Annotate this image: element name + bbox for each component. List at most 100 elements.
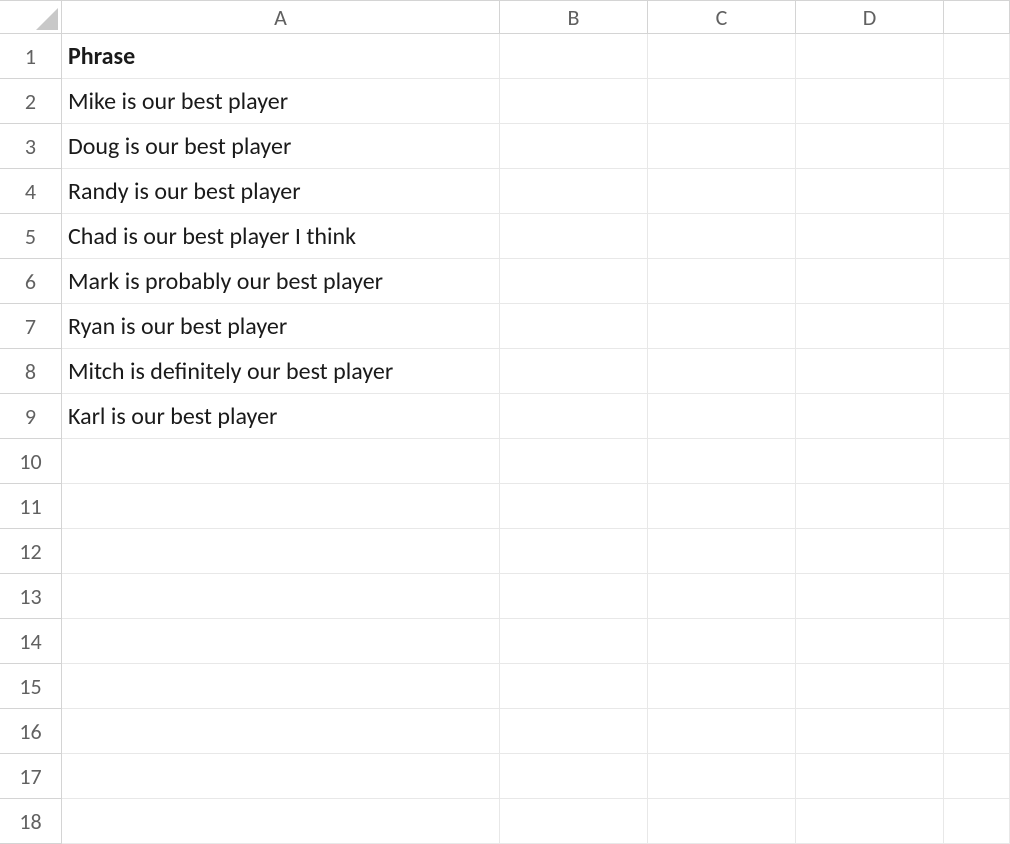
column-header-e[interactable]: [944, 1, 1010, 34]
row-header-16[interactable]: 16: [0, 709, 62, 754]
cell-a13[interactable]: [62, 574, 500, 619]
cell-d3[interactable]: [796, 124, 944, 169]
cell-a11[interactable]: [62, 484, 500, 529]
cell-e18[interactable]: [944, 799, 1010, 844]
cell-c9[interactable]: [648, 394, 796, 439]
cell-c7[interactable]: [648, 304, 796, 349]
cell-c11[interactable]: [648, 484, 796, 529]
cell-d14[interactable]: [796, 619, 944, 664]
row-header-17[interactable]: 17: [0, 754, 62, 799]
row-header-11[interactable]: 11: [0, 484, 62, 529]
cell-c5[interactable]: [648, 214, 796, 259]
cell-b10[interactable]: [500, 439, 648, 484]
cell-a15[interactable]: [62, 664, 500, 709]
cell-c12[interactable]: [648, 529, 796, 574]
cell-d5[interactable]: [796, 214, 944, 259]
cell-c18[interactable]: [648, 799, 796, 844]
cell-d17[interactable]: [796, 754, 944, 799]
row-header-15[interactable]: 15: [0, 664, 62, 709]
cell-c8[interactable]: [648, 349, 796, 394]
row-header-12[interactable]: 12: [0, 529, 62, 574]
cell-d8[interactable]: [796, 349, 944, 394]
cell-a16[interactable]: [62, 709, 500, 754]
cell-e17[interactable]: [944, 754, 1010, 799]
cell-a5[interactable]: Chad is our best player I think: [62, 214, 500, 259]
cell-a3[interactable]: Doug is our best player: [62, 124, 500, 169]
cell-b3[interactable]: [500, 124, 648, 169]
cell-a8[interactable]: Mitch is definitely our best player: [62, 349, 500, 394]
cell-d4[interactable]: [796, 169, 944, 214]
select-all-corner[interactable]: [0, 1, 62, 34]
cell-e13[interactable]: [944, 574, 1010, 619]
cell-e14[interactable]: [944, 619, 1010, 664]
cell-d7[interactable]: [796, 304, 944, 349]
cell-b4[interactable]: [500, 169, 648, 214]
cell-b9[interactable]: [500, 394, 648, 439]
row-header-7[interactable]: 7: [0, 304, 62, 349]
row-header-8[interactable]: 8: [0, 349, 62, 394]
cell-d10[interactable]: [796, 439, 944, 484]
cell-c15[interactable]: [648, 664, 796, 709]
row-header-3[interactable]: 3: [0, 124, 62, 169]
cell-e3[interactable]: [944, 124, 1010, 169]
row-header-14[interactable]: 14: [0, 619, 62, 664]
cell-b11[interactable]: [500, 484, 648, 529]
cell-e6[interactable]: [944, 259, 1010, 304]
row-header-10[interactable]: 10: [0, 439, 62, 484]
cell-d11[interactable]: [796, 484, 944, 529]
cell-d9[interactable]: [796, 394, 944, 439]
row-header-9[interactable]: 9: [0, 394, 62, 439]
cell-d18[interactable]: [796, 799, 944, 844]
row-header-1[interactable]: 1: [0, 34, 62, 79]
cell-e11[interactable]: [944, 484, 1010, 529]
cell-d16[interactable]: [796, 709, 944, 754]
cell-b6[interactable]: [500, 259, 648, 304]
cell-a7[interactable]: Ryan is our best player: [62, 304, 500, 349]
cell-e16[interactable]: [944, 709, 1010, 754]
cell-c17[interactable]: [648, 754, 796, 799]
cell-c13[interactable]: [648, 574, 796, 619]
cell-a17[interactable]: [62, 754, 500, 799]
cell-a6[interactable]: Mark is probably our best player: [62, 259, 500, 304]
cell-c10[interactable]: [648, 439, 796, 484]
cell-a18[interactable]: [62, 799, 500, 844]
cell-d6[interactable]: [796, 259, 944, 304]
cell-a14[interactable]: [62, 619, 500, 664]
cell-d1[interactable]: [796, 34, 944, 79]
cell-b1[interactable]: [500, 34, 648, 79]
row-header-18[interactable]: 18: [0, 799, 62, 844]
cell-d12[interactable]: [796, 529, 944, 574]
cell-e10[interactable]: [944, 439, 1010, 484]
cell-a4[interactable]: Randy is our best player: [62, 169, 500, 214]
cell-c2[interactable]: [648, 79, 796, 124]
cell-b18[interactable]: [500, 799, 648, 844]
cell-b14[interactable]: [500, 619, 648, 664]
cell-a1[interactable]: Phrase: [62, 34, 500, 79]
column-header-d[interactable]: D: [796, 1, 944, 34]
column-header-c[interactable]: C: [648, 1, 796, 34]
cell-b16[interactable]: [500, 709, 648, 754]
row-header-6[interactable]: 6: [0, 259, 62, 304]
cell-b5[interactable]: [500, 214, 648, 259]
cell-a10[interactable]: [62, 439, 500, 484]
cell-c4[interactable]: [648, 169, 796, 214]
cell-e1[interactable]: [944, 34, 1010, 79]
cell-a12[interactable]: [62, 529, 500, 574]
row-header-5[interactable]: 5: [0, 214, 62, 259]
row-header-2[interactable]: 2: [0, 79, 62, 124]
cell-b2[interactable]: [500, 79, 648, 124]
cell-e2[interactable]: [944, 79, 1010, 124]
cell-c16[interactable]: [648, 709, 796, 754]
cell-e5[interactable]: [944, 214, 1010, 259]
cell-c6[interactable]: [648, 259, 796, 304]
cell-a2[interactable]: Mike is our best player: [62, 79, 500, 124]
cell-d13[interactable]: [796, 574, 944, 619]
cell-e7[interactable]: [944, 304, 1010, 349]
column-header-b[interactable]: B: [500, 1, 648, 34]
cell-c14[interactable]: [648, 619, 796, 664]
cell-e4[interactable]: [944, 169, 1010, 214]
cell-c3[interactable]: [648, 124, 796, 169]
cell-b17[interactable]: [500, 754, 648, 799]
cell-b15[interactable]: [500, 664, 648, 709]
cell-e9[interactable]: [944, 394, 1010, 439]
